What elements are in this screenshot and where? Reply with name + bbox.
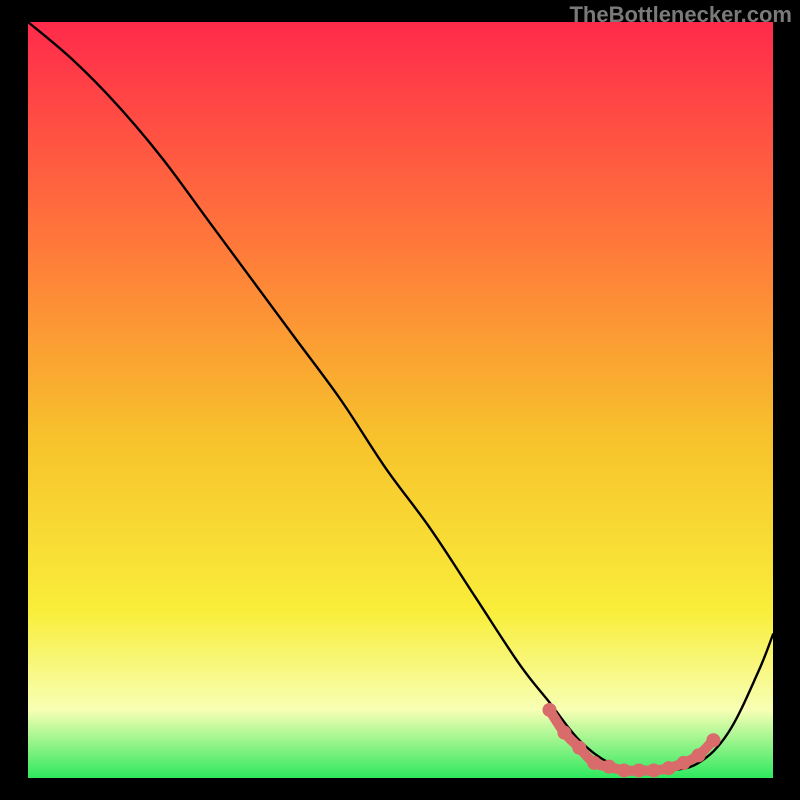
optimal-range-point bbox=[662, 761, 676, 775]
optimal-range-point bbox=[543, 703, 557, 717]
optimal-range-point bbox=[677, 756, 691, 770]
optimal-range-point bbox=[647, 763, 661, 777]
optimal-range-point bbox=[602, 760, 616, 774]
optimal-range-point bbox=[692, 748, 706, 762]
gradient-background bbox=[28, 22, 773, 778]
attribution-label: TheBottlenecker.com bbox=[569, 2, 792, 28]
optimal-range-point bbox=[557, 726, 571, 740]
optimal-range-point bbox=[572, 741, 586, 755]
optimal-range-point bbox=[587, 756, 601, 770]
chart-canvas: { "attribution": "TheBottlenecker.com", … bbox=[0, 0, 800, 800]
chart-svg bbox=[0, 0, 800, 800]
optimal-range-point bbox=[706, 733, 720, 747]
optimal-range-point bbox=[632, 763, 646, 777]
optimal-range-point bbox=[617, 763, 631, 777]
